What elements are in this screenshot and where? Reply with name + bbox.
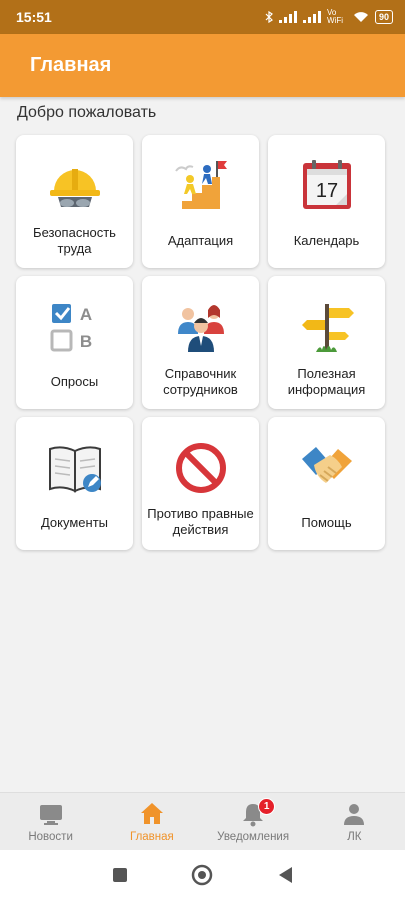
home-icon: [140, 802, 163, 824]
calendar-date: 17: [315, 180, 337, 202]
tile-documents[interactable]: Документы: [16, 417, 133, 550]
tile-surveys[interactable]: A B Опросы: [16, 276, 133, 409]
tile-safety[interactable]: Безопасность труда: [16, 135, 133, 268]
recents-button[interactable]: [112, 867, 128, 883]
welcome-heading: Добро пожаловать: [17, 104, 157, 121]
profile-icon: [344, 803, 365, 825]
notification-badge: 1: [258, 798, 276, 815]
tile-label: Полезная информация: [287, 366, 366, 397]
tile-label: Безопасность труда: [33, 225, 116, 256]
tile-help[interactable]: Помощь: [268, 417, 385, 550]
wifi-icon: [353, 12, 368, 22]
tile-label: Противо правные действия: [147, 506, 254, 537]
tile-label: Календарь: [293, 233, 360, 248]
nav-profile[interactable]: ЛК: [304, 793, 405, 850]
system-navigation-bar: [0, 850, 405, 900]
tile-useful-info[interactable]: Полезная информация: [268, 276, 385, 409]
tile-calendar[interactable]: 17 Календарь: [268, 135, 385, 268]
survey-checkbox-icon: A B: [50, 304, 92, 352]
calendar-icon: 17: [302, 160, 351, 209]
status-bar: 15:51 Vo WiFi 90: [0, 0, 405, 34]
nav-notifications[interactable]: 1 Уведомления: [203, 793, 304, 850]
prohibited-icon: [175, 443, 226, 493]
nav-label: Главная: [129, 830, 174, 843]
vowifi-label: Vo WiFi: [326, 8, 343, 25]
handshake-icon: [301, 447, 352, 483]
tile-adaptation[interactable]: Адаптация: [142, 135, 259, 268]
bluetooth-icon: [265, 11, 273, 23]
nav-label: Новости: [28, 830, 73, 843]
tile-label: Адаптация: [167, 233, 234, 248]
document-book-icon: [48, 446, 101, 493]
menu-grid: Безопасность труда Адаптация 17 Календар…: [16, 135, 385, 550]
option-a-label: A: [79, 305, 91, 324]
signpost-icon: [301, 304, 354, 352]
employees-icon: [177, 305, 224, 352]
climb-stairs-icon: [174, 161, 227, 209]
nav-news[interactable]: Новости: [0, 793, 101, 850]
nav-label: ЛК: [347, 830, 362, 843]
home-button[interactable]: [191, 864, 213, 886]
bottom-navigation: Новости Главная 1 Уведомления ЛК: [0, 792, 405, 850]
signal-icon: [278, 11, 297, 23]
tile-employees[interactable]: Справочник сотрудников: [142, 276, 259, 409]
status-time: 15:51: [16, 9, 52, 25]
signal-icon-2: [302, 11, 321, 23]
app-bar: Главная: [0, 34, 405, 97]
battery-icon: 90: [374, 10, 393, 24]
hard-hat-icon: [49, 169, 100, 207]
page-title: Главная: [30, 54, 112, 76]
nav-home[interactable]: Главная: [101, 793, 202, 850]
news-icon: [39, 804, 62, 825]
tile-label: Помощь: [301, 515, 352, 530]
tile-unlawful-actions[interactable]: Противо правные действия: [142, 417, 259, 550]
tile-label: Справочник сотрудников: [163, 366, 238, 397]
status-icons: Vo WiFi 90: [265, 9, 393, 25]
tile-label: Документы: [40, 515, 108, 530]
nav-label: Уведомления: [217, 830, 290, 843]
option-b-label: B: [79, 332, 91, 351]
back-button[interactable]: [277, 866, 293, 884]
tile-label: Опросы: [50, 374, 99, 389]
